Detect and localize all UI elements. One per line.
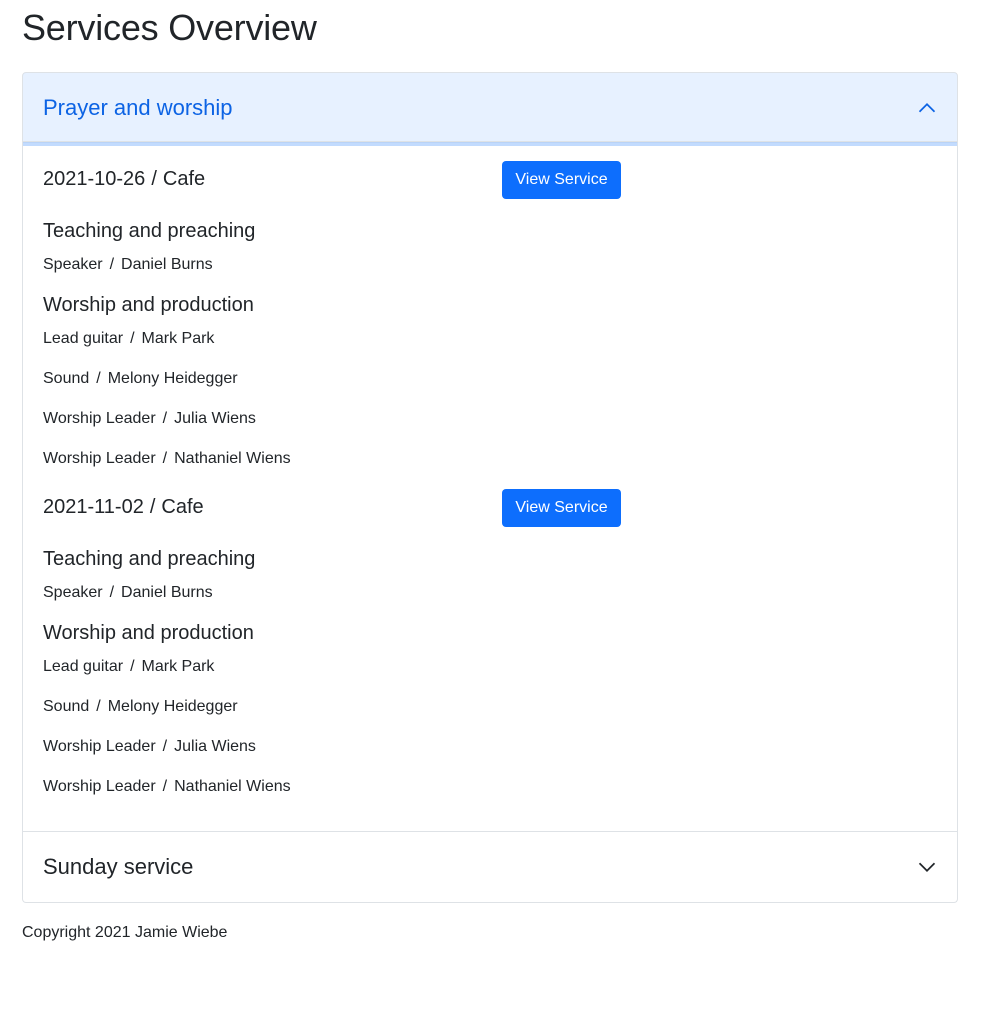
view-service-button[interactable]: View Service: [502, 489, 621, 527]
services-accordion: Prayer and worship 2021-10-26/Cafe View …: [22, 72, 958, 903]
role-assignment: Worship Leader / Julia Wiens: [43, 735, 937, 759]
person-name: Melony Heidegger: [107, 698, 238, 715]
chevron-down-icon: [917, 857, 937, 877]
separator: /: [162, 450, 168, 467]
role-assignment: Worship Leader / Nathaniel Wiens: [43, 775, 937, 799]
role-name: Sound: [43, 370, 90, 387]
service-date: 2021-10-26: [43, 168, 146, 190]
separator: /: [109, 256, 115, 273]
role-assignment: Lead guitar / Mark Park: [43, 655, 937, 679]
team-group: Worship and production Lead guitar / Mark …: [43, 621, 937, 799]
accordion-title: Sunday service: [43, 854, 194, 879]
role-assignment: Sound / Melony Heidegger: [43, 367, 937, 391]
separator: /: [162, 410, 168, 427]
separator: /: [151, 168, 157, 190]
team-group-title: Worship and production: [43, 622, 254, 644]
separator: /: [149, 496, 156, 518]
separator: /: [162, 738, 168, 755]
separator: /: [162, 778, 168, 795]
accordion-header-prayer-and-worship[interactable]: Prayer and worship: [23, 73, 957, 143]
role-name: Worship Leader: [43, 410, 156, 427]
role-assignment: Worship Leader / Nathaniel Wiens: [43, 447, 937, 471]
role-name: Worship Leader: [43, 738, 156, 755]
footer-copyright: Copyright 2021 Jamie Wiebe: [22, 924, 228, 941]
service-date: 2021-11-02: [43, 496, 144, 518]
team-group-title: Teaching and preaching: [43, 548, 256, 570]
service-entry: 2021-10-26/Cafe View Service Teaching an…: [43, 149, 937, 471]
role-name: Sound: [43, 698, 90, 715]
person-name: Nathaniel Wiens: [174, 450, 291, 467]
person-name: Mark Park: [141, 330, 215, 347]
team-group: Teaching and preaching Speaker / Daniel Bu…: [43, 547, 937, 605]
role-assignment: Speaker / Daniel Burns: [43, 581, 937, 605]
service-entry: 2021-11-02/Cafe View Service Teaching an…: [43, 477, 937, 799]
service-heading: 2021-11-02/Cafe: [43, 477, 937, 537]
person-name: Julia Wiens: [174, 410, 256, 427]
person-name: Daniel Burns: [121, 584, 213, 601]
accordion-header-sunday-service[interactable]: Sunday service: [23, 832, 957, 902]
chevron-up-icon: [917, 98, 937, 118]
role-name: Lead guitar: [43, 330, 124, 347]
role-name: Lead guitar: [43, 658, 124, 675]
person-name: Melony Heidegger: [107, 370, 238, 387]
separator: /: [96, 698, 101, 715]
accordion-body: 2021-10-26/Cafe View Service Teaching an…: [23, 143, 957, 831]
team-group-title: Worship and production: [43, 294, 254, 316]
separator: /: [130, 330, 135, 347]
accordion-item-prayer-and-worship: Prayer and worship 2021-10-26/Cafe View …: [22, 72, 958, 832]
role-assignment: Worship Leader / Julia Wiens: [43, 407, 937, 431]
service-heading: 2021-10-26/Cafe: [43, 149, 937, 209]
service-location: Cafe: [161, 496, 204, 518]
team-group-title: Teaching and preaching: [43, 220, 256, 242]
accordion-item-sunday-service: Sunday service: [22, 832, 958, 903]
view-service-button[interactable]: View Service: [502, 161, 621, 199]
role-name: Worship Leader: [43, 450, 156, 467]
page-title: Services Overview: [22, 7, 317, 48]
role-assignment: Speaker / Daniel Burns: [43, 253, 937, 277]
person-name: Daniel Burns: [121, 256, 213, 273]
team-group: Worship and production Lead guitar / Mark …: [43, 293, 937, 471]
person-name: Julia Wiens: [174, 738, 256, 755]
role-assignment: Sound / Melony Heidegger: [43, 695, 937, 719]
separator: /: [109, 584, 115, 601]
service-location: Cafe: [162, 168, 206, 190]
separator: /: [96, 370, 101, 387]
role-name: Worship Leader: [43, 778, 156, 795]
person-name: Nathaniel Wiens: [174, 778, 291, 795]
team-group: Teaching and preaching Speaker / Daniel Bu…: [43, 219, 937, 277]
page: Services Overview Prayer and worship 202…: [0, 0, 986, 945]
role-name: Speaker: [43, 256, 103, 273]
person-name: Mark Park: [141, 658, 215, 675]
accordion-title: Prayer and worship: [43, 94, 233, 120]
role-assignment: Lead guitar / Mark Park: [43, 327, 937, 351]
separator: /: [130, 658, 135, 675]
role-name: Speaker: [43, 584, 103, 601]
